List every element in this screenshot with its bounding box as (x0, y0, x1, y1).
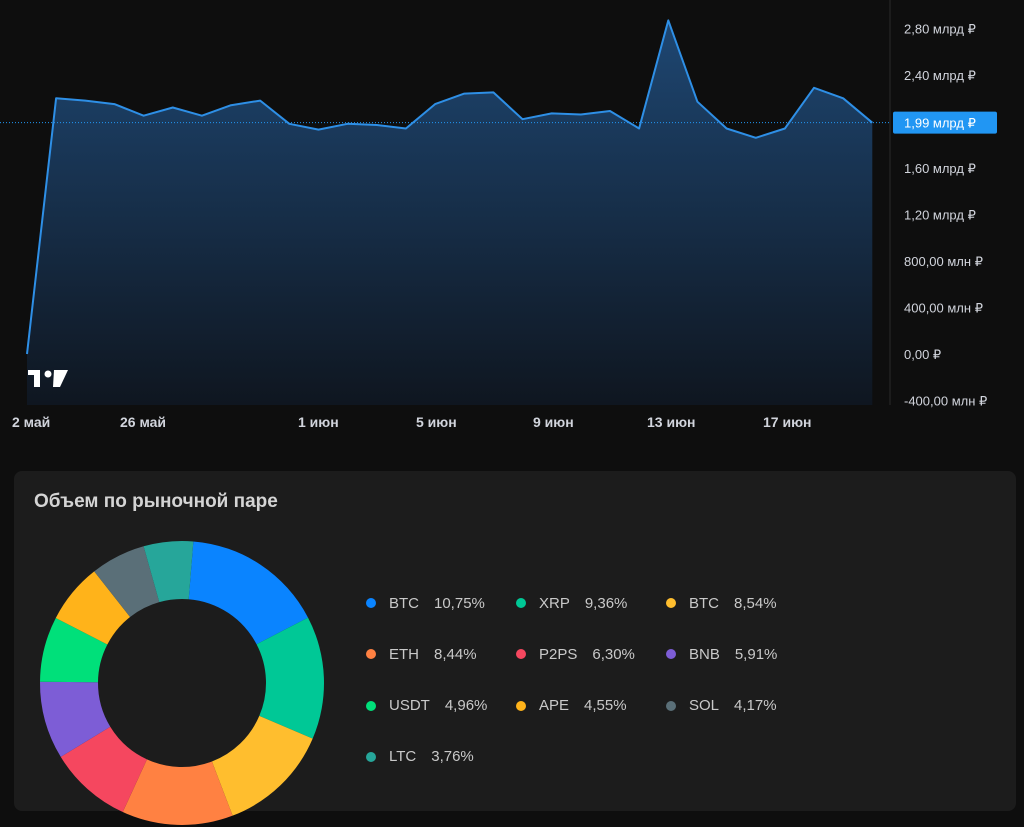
legend-dot (366, 752, 376, 762)
legend-label: BNB (689, 646, 720, 663)
legend-percent: 10,75% (434, 595, 485, 612)
volume-donut-chart[interactable] (38, 539, 326, 827)
x-tick-label: 9 июн (533, 414, 574, 430)
legend-item[interactable]: SOL 4,17% (666, 696, 777, 716)
legend-item[interactable]: P2PS 6,30% (516, 644, 635, 664)
x-tick-label: 13 июн (647, 414, 695, 430)
y-tick-label: 800,00 млн ₽ (904, 254, 983, 269)
y-tick-label: 1,20 млрд ₽ (904, 208, 976, 223)
legend-item[interactable]: BTC 8,54% (666, 593, 777, 613)
legend-item[interactable]: APE 4,55% (516, 696, 627, 716)
legend-dot (666, 598, 676, 608)
legend-label: BTC (389, 595, 419, 612)
x-tick-label: 2 май (12, 414, 50, 430)
legend-percent: 8,54% (734, 595, 777, 612)
legend-dot (366, 649, 376, 659)
legend-label: APE (539, 697, 569, 714)
x-tick-label: 26 май (120, 414, 166, 430)
legend-label: XRP (539, 595, 570, 612)
legend-item[interactable]: USDT 4,96% (366, 696, 487, 716)
legend-dot (516, 701, 526, 711)
y-tick-label: -400,00 млн ₽ (904, 394, 987, 409)
legend-percent: 4,17% (734, 697, 777, 714)
y-tick-label: 2,80 млрд ₽ (904, 22, 976, 37)
y-tick-label: 400,00 млн ₽ (904, 301, 983, 316)
volume-area-chart[interactable]: 2,80 млрд ₽ 2,40 млрд ₽ 1,60 млрд ₽ 1,20 мл… (0, 0, 1024, 440)
legend-item[interactable]: BNB 5,91% (666, 644, 777, 664)
volume-by-pair-card: Объем по рыночной паре BTC 10,75% XRP 9,36%… (14, 471, 1016, 811)
legend-item[interactable]: LTC 3,76% (366, 747, 474, 767)
legend-dot (666, 649, 676, 659)
y-tick-label: 0,00 ₽ (904, 347, 941, 362)
legend-percent: 4,55% (584, 697, 627, 714)
legend-percent: 9,36% (585, 595, 628, 612)
legend-dot (516, 649, 526, 659)
legend-item[interactable]: BTC 10,75% (366, 593, 485, 613)
y-tick-label: 2,40 млрд ₽ (904, 68, 976, 83)
legend-item[interactable]: XRP 9,36% (516, 593, 627, 613)
legend-percent: 8,44% (434, 646, 477, 663)
last-value-tag-label: 1,99 млрд ₽ (904, 116, 976, 131)
legend-dot (366, 701, 376, 711)
legend-dot (666, 701, 676, 711)
card-title: Объем по рыночной паре (34, 491, 278, 513)
legend-percent: 3,76% (431, 748, 474, 765)
legend-label: P2PS (539, 646, 577, 663)
legend-percent: 5,91% (735, 646, 778, 663)
x-tick-label: 17 июн (763, 414, 811, 430)
legend-dot (516, 598, 526, 608)
y-tick-label: 1,60 млрд ₽ (904, 161, 976, 176)
legend-percent: 4,96% (445, 697, 488, 714)
legend-label: SOL (689, 697, 719, 714)
legend-percent: 6,30% (592, 646, 635, 663)
legend-dot (366, 598, 376, 608)
legend-label: USDT (389, 697, 430, 714)
legend-label: BTC (689, 595, 719, 612)
legend-label: ETH (389, 646, 419, 663)
x-tick-label: 1 июн (298, 414, 339, 430)
x-tick-label: 5 июн (416, 414, 457, 430)
legend-item[interactable]: ETH 8,44% (366, 644, 477, 664)
legend-label: LTC (389, 748, 416, 765)
